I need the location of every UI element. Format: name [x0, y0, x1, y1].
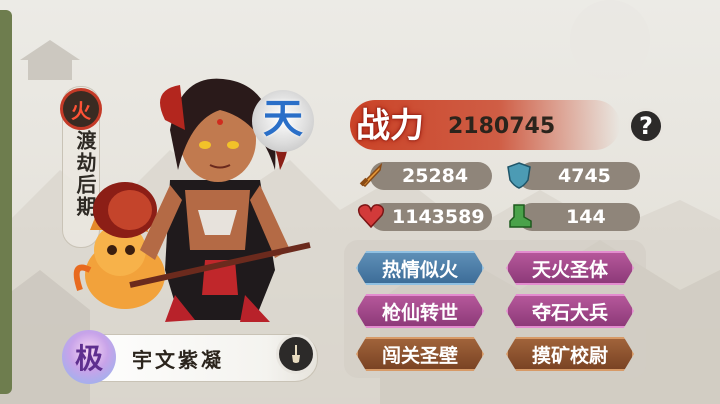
heart-icon [357, 204, 385, 229]
left-edge-tab[interactable] [0, 10, 12, 394]
boot-icon [509, 204, 532, 228]
trait-1[interactable]: 热情似火 [356, 251, 484, 285]
sword-icon [359, 162, 383, 187]
hp-value: 1143589 [392, 206, 485, 228]
attack-value: 25284 [402, 165, 469, 187]
power-label: 战力 [356, 106, 424, 146]
character-name: 宇文紫凝 [132, 348, 224, 372]
brush-icon[interactable] [276, 334, 316, 374]
shield-icon [507, 162, 531, 189]
trait-6[interactable]: 摸矿校尉 [506, 337, 634, 371]
grade-badge: 极 [62, 330, 116, 384]
speed-value: 144 [566, 206, 606, 228]
trait-4[interactable]: 夺石大兵 [506, 294, 634, 328]
trait-2[interactable]: 天火圣体 [506, 251, 634, 285]
question-icon[interactable]: ? [628, 108, 664, 144]
power-value: 2180745 [448, 114, 556, 139]
trait-5[interactable]: 闯关圣壁 [356, 337, 484, 371]
trait-3[interactable]: 枪仙转世 [356, 294, 484, 328]
defense-value: 4745 [558, 165, 611, 187]
rank-badge: 天 [263, 95, 303, 142]
